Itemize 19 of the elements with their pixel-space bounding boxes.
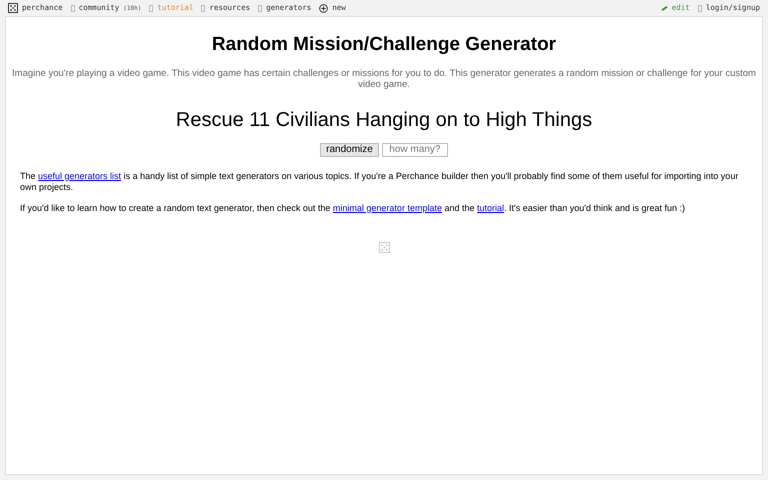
info-paragraph: The useful generators list is a handy list of simple text generators on various topics. If you're a Perchance builder then you'll probably find some of them useful for importing into your own projects.: [20, 170, 740, 192]
randomize-button[interactable]: randomize: [320, 142, 379, 156]
square-icon: [149, 4, 154, 12]
square-icon: [201, 4, 206, 12]
page-title: Random Mission/Challenge Generator: [212, 33, 556, 57]
square-icon: [70, 4, 75, 12]
description: Imagine you're playing a video game. This video game has certain challenges or missions for you to do. This generator generates a random mission or challenge for your custom video game.: [11, 68, 757, 90]
info-paragraph: If you'd like to learn how to create a random text generator, then check out the minimal generator template and the tutorial. It's easier than you'd think and is great fun :): [20, 202, 686, 214]
dice-icon: [8, 3, 18, 13]
text-link[interactable]: tutorial: [477, 202, 504, 212]
generated-output: Rescue 11 Civilians Hanging on to High Things: [176, 108, 592, 132]
square-icon: [698, 4, 702, 12]
count-input-field[interactable]: how many?: [382, 142, 448, 156]
plus-circle-icon: [319, 4, 328, 12]
text-link[interactable]: minimal generator template: [332, 202, 442, 212]
pencil-icon: [660, 6, 668, 10]
square-icon: [258, 4, 262, 12]
text-link[interactable]: useful generators list: [38, 170, 122, 180]
dice-icon: [378, 242, 390, 252]
